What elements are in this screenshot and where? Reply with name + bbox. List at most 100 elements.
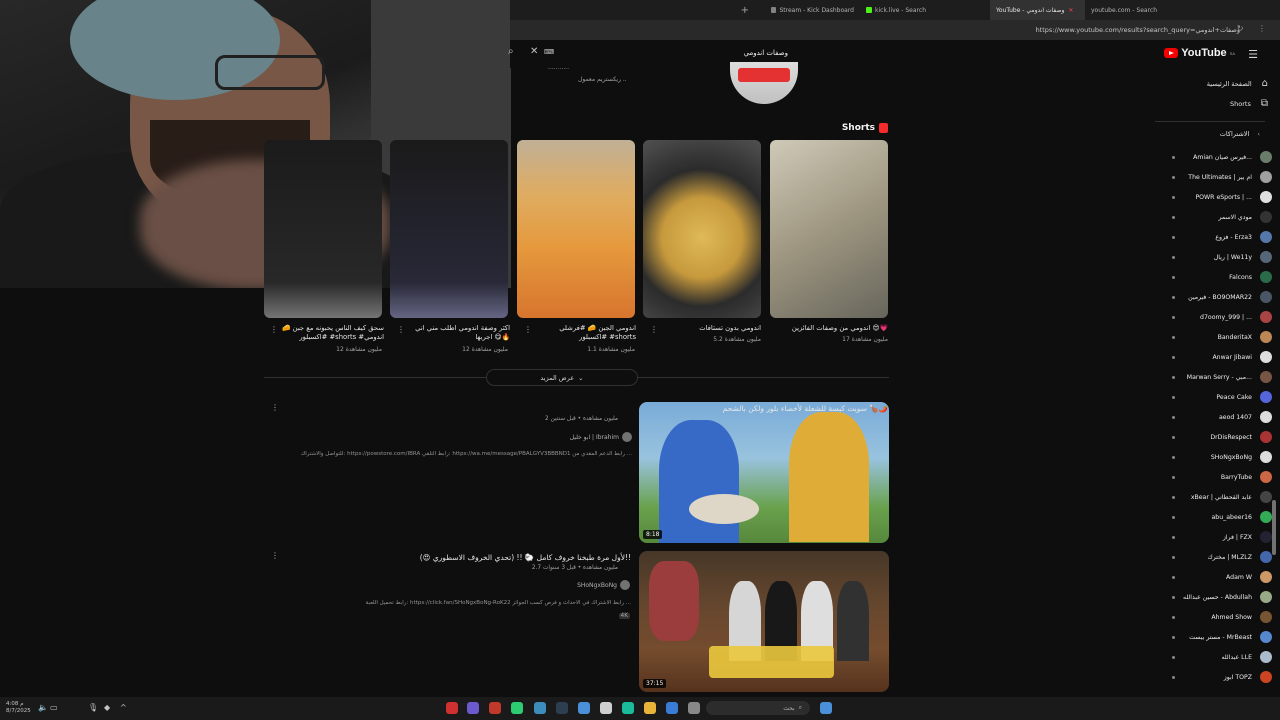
taskbar-app-icon[interactable] — [820, 702, 832, 714]
subscription-name: aeod 1407 — [1218, 413, 1252, 421]
sidebar-subscription-item[interactable]: d7oomy_999 | ... — [1200, 311, 1272, 323]
sidebar-subscription-item[interactable]: Amian فيرس صيان... — [1193, 151, 1272, 163]
keyboard-icon[interactable]: ⌨ — [544, 48, 554, 56]
short-thumbnail[interactable] — [770, 140, 888, 318]
sidebar-subscription-item[interactable]: مودي الاسمر — [1219, 211, 1272, 223]
sidebar-subscription-item[interactable]: فيرمين - BO9OMAR22 — [1188, 291, 1272, 303]
sidebar-subscription-item[interactable]: Ahmed Show — [1211, 611, 1272, 623]
sidebar-subscription-item[interactable]: مخترك | MLZLZ — [1208, 551, 1272, 563]
tab-youtube-search[interactable]: youtube.com - Search — [1085, 0, 1195, 20]
channel-thumbnail[interactable] — [730, 62, 798, 104]
search-icon[interactable]: ⌕ — [508, 46, 514, 57]
taskbar-app-icon[interactable] — [666, 702, 678, 714]
short-title[interactable]: اندومي الجبن 🧀 #فرشلي #اكسبلور #shorts — [530, 324, 636, 342]
network-icon[interactable]: ▭ — [50, 703, 58, 712]
more-options-icon[interactable]: ⋮ — [271, 551, 279, 560]
taskbar-app-icon[interactable] — [556, 702, 568, 714]
speaker-icon[interactable]: 🔈 — [38, 703, 48, 712]
sidebar-subscription-item[interactable]: aeod 1407 — [1219, 411, 1272, 423]
more-options-icon[interactable]: ⋮ — [524, 325, 532, 334]
clear-search-icon[interactable]: ✕ — [530, 46, 538, 57]
sidebar-subscription-item[interactable]: xBear | عابد القحطاني — [1191, 491, 1272, 503]
short-title[interactable]: اندومي من وصفات الفائزين 😍💗 — [770, 324, 888, 333]
tray-chevron-icon[interactable]: ^ — [120, 703, 127, 712]
short-thumbnail[interactable] — [643, 140, 761, 318]
taskbar-app-icon[interactable] — [446, 702, 458, 714]
taskbar-app-icon[interactable] — [467, 702, 479, 714]
hamburger-menu-icon[interactable]: ☰ — [1248, 48, 1258, 61]
subscription-name: مستر بيست - MrBeast — [1189, 633, 1252, 641]
sidebar-subscription-item[interactable]: ريال | We11y — [1214, 251, 1272, 263]
more-options-icon[interactable]: ⋮ — [270, 325, 278, 334]
sidebar-subscription-item[interactable]: DrDisRespect — [1210, 431, 1272, 443]
video-channel[interactable]: ابو خليل | Ibrahim — [570, 432, 632, 442]
video-meta: 2 مليون مشاهدة • قبل سنتين — [545, 416, 618, 422]
sidebar-subscription-item[interactable]: Falcons — [1229, 271, 1272, 283]
sidebar-subscription-item[interactable]: فزوع - Erza3 — [1215, 231, 1272, 243]
quality-badge: 4K — [618, 613, 630, 619]
taskbar-app-icon[interactable] — [511, 702, 523, 714]
mic-icon[interactable]: 🎙 — [88, 703, 98, 712]
taskbar-app-icon[interactable] — [644, 702, 656, 714]
short-title[interactable]: اندومي بدون تستافات — [643, 324, 761, 333]
tab-youtube-active[interactable]: YouTube - وصفات اندومي ✕ — [990, 0, 1085, 20]
live-dot-icon — [1172, 516, 1175, 519]
sidebar-item-shorts[interactable]: Shorts ⧉ — [1230, 98, 1268, 109]
taskbar-app-icon[interactable] — [534, 702, 546, 714]
live-dot-icon — [1172, 216, 1175, 219]
sidebar-subscription-item[interactable]: Peace Cake — [1216, 391, 1272, 403]
video-title[interactable]: لأول مرة طبخنا خروف كامل 🐑 !! (تحدي الخر… — [420, 553, 631, 562]
sidebar-subscription-item[interactable]: Adam W — [1226, 571, 1272, 583]
short-thumbnail[interactable] — [517, 140, 635, 318]
short-title[interactable]: سحق كيف الناس يحبونه مع جبن 🧀 #اكسبلور #… — [278, 324, 384, 342]
sidebar-subscription-item[interactable]: abu_abeer16 — [1212, 511, 1272, 523]
tab-kick-search[interactable]: kick.live - Search — [860, 0, 990, 20]
video-title[interactable]: سويت كبسة للشعلة لأخصاء بلور ولكن بالشحم… — [723, 404, 888, 413]
short-title[interactable]: اكثر وصفة اندومي اطلب مني اني اجربها 😋🔥 — [404, 324, 510, 342]
sidebar-subscription-item[interactable]: مستر بيست - MrBeast — [1189, 631, 1272, 643]
subscriptions-heading[interactable]: الاشتراكات ‹ — [1220, 130, 1260, 138]
sidebar-subscription-item[interactable]: فراز | FZX — [1223, 531, 1272, 543]
more-options-icon[interactable]: ⋮ — [271, 403, 279, 412]
sidebar-subscription-item[interactable]: The Ultimates | ام بير — [1188, 171, 1272, 183]
url-text[interactable]: https://www.youtube.com/results?search_q… — [1036, 26, 1240, 34]
tab-favicon-icon — [771, 7, 777, 13]
taskbar-app-icon[interactable] — [688, 702, 700, 714]
video-channel[interactable]: SHoNgxBoNg — [577, 580, 630, 590]
more-options-icon[interactable]: ⋮ — [650, 325, 658, 334]
sidebar-item-home[interactable]: الصفحة الرئيسية ⌂ — [1207, 78, 1268, 89]
short-thumbnail[interactable] — [264, 140, 382, 318]
short-thumbnail[interactable] — [390, 140, 508, 318]
kick-favicon-icon — [866, 7, 872, 13]
live-dot-icon — [1172, 636, 1175, 639]
taskbar-app-icon[interactable] — [489, 702, 501, 714]
tab-kick-dashboard[interactable]: Stream - Kick Dashboard — [765, 0, 860, 20]
youtube-logo[interactable]: YouTube SA — [1164, 47, 1235, 59]
taskbar-app-icon[interactable] — [578, 702, 590, 714]
sidebar-subscription-item[interactable]: Marwan Serry - مبي... — [1187, 371, 1272, 383]
sidebar-subscription-item[interactable]: حسين عبدالله - Abdullah — [1183, 591, 1272, 603]
channel-avatar — [1260, 651, 1272, 663]
taskbar-clock[interactable]: م 4:08 8/7/2025 — [6, 701, 31, 715]
browser-toolbar-icons[interactable]: ↻ ⋮ — [1237, 24, 1272, 33]
sidebar-subscription-item[interactable]: BarryTube — [1221, 471, 1272, 483]
sidebar-subscription-item[interactable]: ابوز TOPZ — [1224, 671, 1272, 683]
video-thumbnail[interactable]: 37:15 — [639, 551, 889, 692]
sidebar-scrollbar[interactable] — [1272, 500, 1276, 555]
tray-app-icon[interactable]: ◆ — [104, 703, 110, 712]
taskbar-app-icon[interactable] — [622, 702, 634, 714]
sidebar-subscription-item[interactable]: Anwar Jibawi — [1212, 351, 1272, 363]
sidebar-subscription-item[interactable]: عبدالله LLE — [1221, 651, 1272, 663]
taskbar-app-icon[interactable] — [600, 702, 612, 714]
search-input[interactable]: وصفات اندومي — [744, 49, 788, 57]
new-tab-button[interactable]: + — [510, 0, 765, 20]
close-tab-icon[interactable]: ✕ — [1068, 7, 1073, 14]
video-thumbnail[interactable]: 8:18 — [639, 402, 889, 543]
sidebar-subscription-item[interactable]: POWR eSports | ... — [1195, 191, 1272, 203]
sidebar-subscription-item[interactable]: SHoNgxBoNg — [1211, 451, 1272, 463]
show-more-button[interactable]: عرض المزيد ⌄ — [486, 369, 638, 386]
taskbar-search[interactable]: بحث ⌕ — [706, 701, 810, 715]
more-options-icon[interactable]: ⋮ — [397, 325, 405, 334]
subscription-name: ابوز TOPZ — [1223, 673, 1252, 681]
sidebar-subscription-item[interactable]: BanderitaX — [1218, 331, 1272, 343]
